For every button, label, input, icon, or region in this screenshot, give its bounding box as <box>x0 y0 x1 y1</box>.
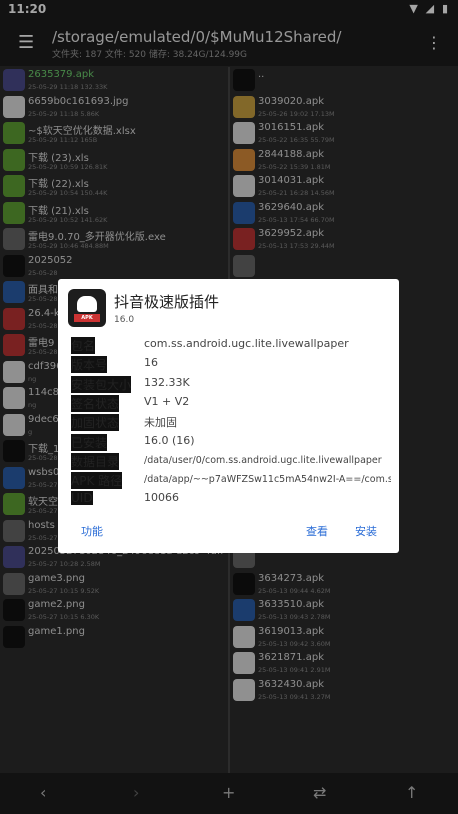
info-row: 安装包大小 132.33K <box>71 375 391 395</box>
view-button[interactable]: 查看 <box>306 523 328 539</box>
info-key: APK 路径 <box>71 472 123 490</box>
info-key: 已安装 <box>71 433 108 451</box>
dialog-title: 抖音极速版插件 <box>114 293 220 311</box>
info-key: 版本号 <box>71 356 108 374</box>
info-row: UID 10066 <box>71 491 391 510</box>
info-row: 已安装 16.0 (16) <box>71 433 391 453</box>
android-icon <box>77 296 97 312</box>
info-key: UID <box>71 491 93 506</box>
info-value: V1 + V2 <box>144 394 190 408</box>
dialog-version: 16.0 <box>114 315 135 325</box>
install-button[interactable]: 安装 <box>355 523 377 539</box>
info-row: 数据目录/data/user/0/com.ss.android.ugc.lite… <box>71 452 391 472</box>
info-value: 16.0 (16) <box>144 433 195 447</box>
info-value: com.ss.android.ugc.lite.livewallpaper <box>144 337 349 350</box>
info-row: 加固状态 未加固 <box>71 414 391 433</box>
apk-tag: APK <box>74 314 100 322</box>
apk-info-dialog: APK 抖音极速版插件 16.0 包名 com.ss.android.ugc.li… <box>58 279 399 553</box>
function-button[interactable]: 功能 <box>81 523 103 539</box>
info-row: 签名状态 V1 + V2 <box>71 394 391 414</box>
info-row: 包名 com.ss.android.ugc.lite.livewallpaper <box>71 337 391 356</box>
app-icon: APK <box>68 289 106 327</box>
info-value: 132.33K <box>144 375 190 389</box>
info-value: /data/user/0/com.ss.android.ugc.lite.liv… <box>144 454 382 466</box>
info-row: APK 路径/data/app/~~p7aWFZSw11c5mA54nw2I-A… <box>71 472 391 491</box>
info-value: 10066 <box>144 491 179 505</box>
info-key: 包名 <box>71 337 96 354</box>
info-key: 签名状态 <box>71 394 120 412</box>
info-value: 未加固 <box>144 416 177 430</box>
info-value: 16 <box>144 356 158 370</box>
info-key: 加固状态 <box>71 414 120 432</box>
info-value: /data/app/~~p7aWFZSw11c5mA54nw2I-A==/com… <box>144 474 391 486</box>
info-key: 数据目录 <box>71 452 120 470</box>
info-row: 版本号 16 <box>71 356 391 375</box>
info-key: 安装包大小 <box>71 375 132 393</box>
